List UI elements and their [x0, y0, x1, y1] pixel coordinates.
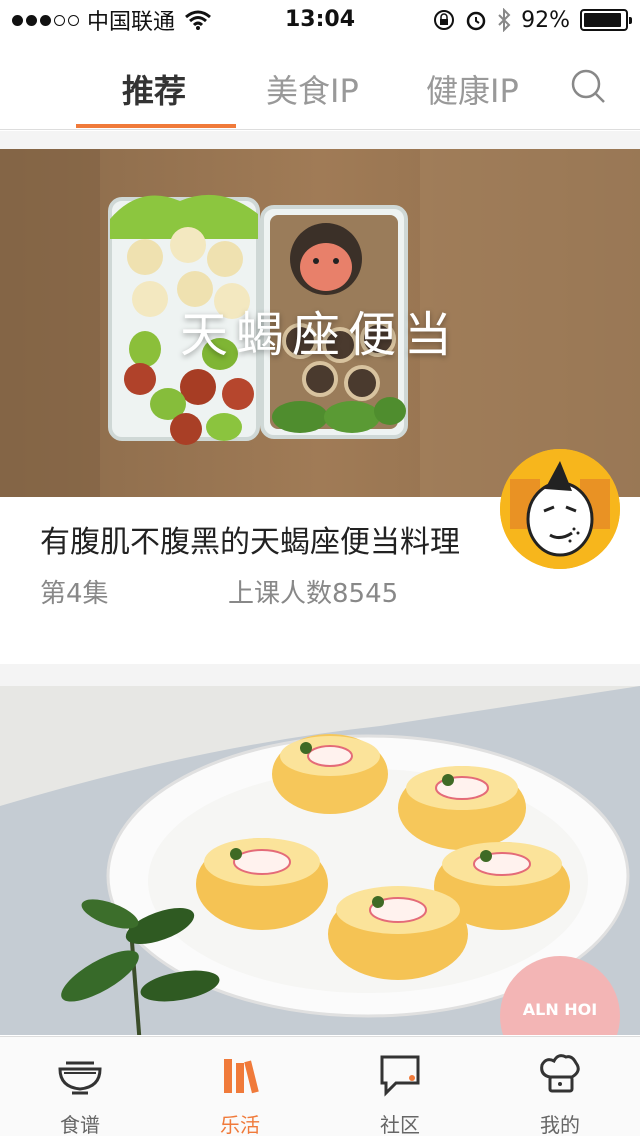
tabbar-label: 社区	[380, 1113, 420, 1136]
wifi-icon	[185, 10, 211, 30]
chef-hat-icon	[540, 1054, 580, 1093]
course-card[interactable]: ALN HOI	[0, 686, 640, 1035]
battery-icon	[580, 9, 632, 31]
tabbar-item-profile[interactable]: 我的	[480, 1037, 640, 1136]
course-cover-image[interactable]: 天蝎座便当	[0, 149, 640, 497]
tabbar-label: 我的	[540, 1113, 580, 1136]
status-bar: 中国联通 13:04 92%	[0, 0, 640, 40]
bottom-tab-bar: 食谱 乐活 社区 我的	[0, 1036, 640, 1136]
episode-label: 第4集	[40, 579, 109, 609]
carrier-label: 中国联通	[87, 10, 176, 35]
tab-health-ip[interactable]: 健康IP	[426, 66, 519, 112]
student-count: 上课人数8545	[228, 579, 399, 609]
tabbar-item-recipes[interactable]: 食谱	[0, 1037, 160, 1136]
author-avatar[interactable]	[500, 449, 620, 569]
bowl-icon	[58, 1061, 102, 1095]
tab-recommend[interactable]: 推荐	[122, 66, 186, 112]
tab-food-ip[interactable]: 美食IP	[266, 66, 359, 112]
alarm-icon	[466, 11, 486, 31]
active-tab-indicator	[76, 124, 236, 128]
brand-badge-text: ALN HOI	[522, 1000, 598, 1019]
tabbar-item-lifestyle[interactable]: 乐活	[160, 1037, 320, 1136]
feed[interactable]: 天蝎座便当 有腹肌不腹黑的天蝎座便当料理 第4集 上课人数8545 ALN HO…	[0, 131, 640, 1035]
rotation-lock-icon	[434, 10, 455, 30]
bluetooth-icon	[498, 8, 511, 32]
cover-overlay-title: 天蝎座便当	[179, 307, 460, 363]
books-icon	[224, 1059, 259, 1094]
battery-percent: 92%	[521, 7, 570, 33]
signal-icon	[12, 14, 79, 26]
top-tab-bar: 推荐 美食IP 健康IP	[0, 40, 640, 130]
search-icon[interactable]	[570, 68, 606, 104]
tabbar-label: 食谱	[60, 1113, 100, 1136]
tabbar-item-community[interactable]: 社区	[320, 1037, 480, 1136]
course-card[interactable]: 天蝎座便当 有腹肌不腹黑的天蝎座便当料理 第4集 上课人数8545	[0, 149, 640, 664]
tabbar-label: 乐活	[220, 1113, 260, 1136]
course-title[interactable]: 有腹肌不腹黑的天蝎座便当料理	[40, 517, 460, 561]
chat-bubble-icon	[380, 1055, 420, 1097]
